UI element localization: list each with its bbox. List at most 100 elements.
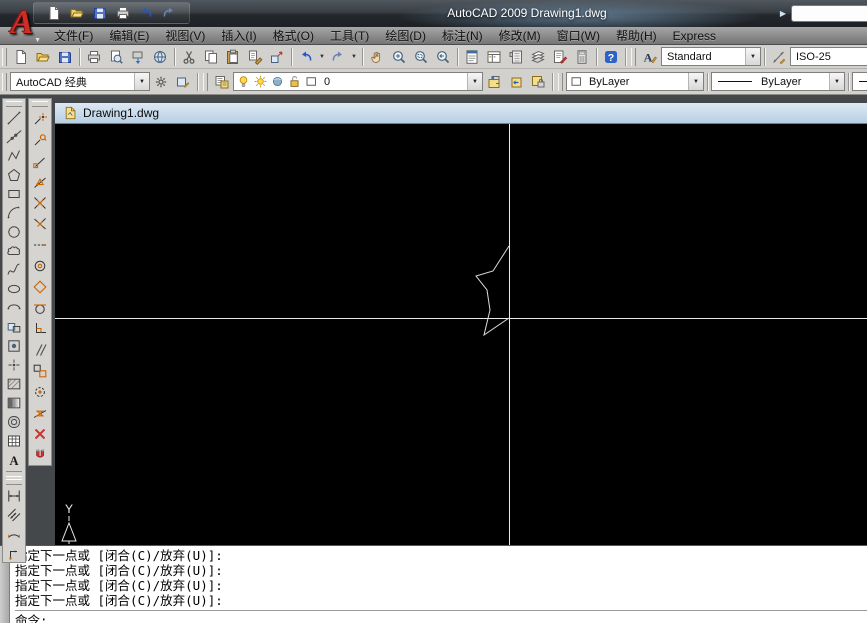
block-editor-button[interactable] — [266, 46, 288, 68]
rectangle-button[interactable] — [3, 184, 25, 203]
cut-button[interactable] — [178, 46, 200, 68]
text-style-button[interactable]: A — [639, 46, 661, 68]
infocenter-search-input[interactable] — [791, 5, 867, 22]
table-button[interactable] — [3, 431, 25, 450]
snap-node-button[interactable] — [29, 381, 51, 402]
gradient-button[interactable] — [3, 393, 25, 412]
temporary-track-point-button[interactable] — [29, 108, 51, 129]
document-tab-drawing1[interactable]: Drawing1.dwg — [83, 106, 159, 120]
snap-midpoint-button[interactable] — [29, 171, 51, 192]
undo-button[interactable] — [295, 46, 317, 68]
drawing-canvas[interactable]: Y — [55, 124, 867, 545]
toolbar-grip[interactable] — [2, 73, 7, 91]
menu-item-4[interactable]: 格式(O) — [265, 27, 322, 44]
snap-parallel-button[interactable] — [29, 339, 51, 360]
layer-freeze-icon[interactable] — [253, 74, 268, 89]
linetype-combo[interactable]: ByLayer ▼ — [711, 72, 845, 91]
menu-item-3[interactable]: 插入(I) — [213, 27, 264, 44]
zoom-previous-button[interactable] — [432, 46, 454, 68]
insert-block-button[interactable] — [3, 317, 25, 336]
layer-lock-icon[interactable] — [287, 74, 302, 89]
layer-combo[interactable]: 0 ▼ — [233, 72, 483, 91]
point-button[interactable] — [3, 355, 25, 374]
toolbar-grip[interactable] — [6, 479, 22, 485]
menu-item-0[interactable]: 文件(F) — [46, 27, 101, 44]
dim-style-combo[interactable]: ISO-25 ▼ — [790, 47, 867, 66]
layer-on-icon[interactable] — [236, 74, 251, 89]
new-button[interactable] — [43, 2, 65, 24]
open-button[interactable] — [66, 2, 88, 24]
plot-button[interactable] — [83, 46, 105, 68]
toolbar-grip[interactable] — [6, 101, 22, 107]
menu-item-1[interactable]: 编辑(E) — [101, 27, 157, 44]
ellipse-button[interactable] — [3, 279, 25, 298]
dim-arc-length-button[interactable] — [3, 524, 25, 543]
infocenter-arrow-icon[interactable]: ▶ — [780, 9, 786, 18]
paste-button[interactable] — [222, 46, 244, 68]
layer-properties-manager-button[interactable] — [211, 71, 233, 93]
toolbar-grip[interactable] — [2, 48, 7, 66]
snap-center-button[interactable] — [29, 255, 51, 276]
arc-button[interactable] — [3, 203, 25, 222]
workspace-settings-button[interactable] — [150, 71, 172, 93]
save-workspace-button[interactable] — [172, 71, 194, 93]
menu-item-6[interactable]: 绘图(D) — [377, 27, 434, 44]
layer-states-button[interactable] — [527, 71, 549, 93]
revision-cloud-button[interactable] — [3, 241, 25, 260]
menu-item-8[interactable]: 修改(M) — [491, 27, 549, 44]
dim-ordinate-button[interactable] — [3, 543, 25, 562]
sheet-set-manager-button[interactable] — [527, 46, 549, 68]
plot-preview-button[interactable] — [105, 46, 127, 68]
3d-dwf-button[interactable] — [149, 46, 171, 68]
zoom-window-button[interactable] — [410, 46, 432, 68]
pan-button[interactable] — [366, 46, 388, 68]
menu-item-5[interactable]: 工具(T) — [322, 27, 377, 44]
menu-item-9[interactable]: 窗口(W) — [549, 27, 608, 44]
designcenter-button[interactable] — [483, 46, 505, 68]
toolbar-grip[interactable] — [558, 73, 563, 91]
snap-quadrant-button[interactable] — [29, 276, 51, 297]
snap-apparent-intersection-button[interactable] — [29, 213, 51, 234]
save-button[interactable] — [54, 46, 76, 68]
redo-button[interactable] — [327, 46, 349, 68]
spline-button[interactable] — [3, 260, 25, 279]
menu-item-2[interactable]: 视图(V) — [157, 27, 213, 44]
save-button[interactable] — [89, 2, 111, 24]
color-combo[interactable]: ByLayer ▼ — [566, 72, 704, 91]
new-button[interactable] — [10, 46, 32, 68]
snap-from-button[interactable] — [29, 129, 51, 150]
menu-item-7[interactable]: 标注(N) — [434, 27, 491, 44]
toolbar-grip[interactable] — [631, 48, 636, 66]
zoom-realtime-button[interactable] — [388, 46, 410, 68]
polyline-button[interactable] — [3, 146, 25, 165]
tool-palettes-button[interactable] — [505, 46, 527, 68]
menu-item-10[interactable]: 帮助(H) — [608, 27, 665, 44]
match-properties-button[interactable] — [244, 46, 266, 68]
layer-previous-button[interactable] — [505, 71, 527, 93]
snap-intersection-button[interactable] — [29, 192, 51, 213]
open-button[interactable] — [32, 46, 54, 68]
snap-extension-button[interactable] — [29, 234, 51, 255]
quickcalc-button[interactable] — [571, 46, 593, 68]
menu-item-11[interactable]: Express — [665, 27, 724, 44]
snap-endpoint-button[interactable] — [29, 150, 51, 171]
region-button[interactable] — [3, 412, 25, 431]
snap-none-button[interactable] — [29, 423, 51, 444]
snap-nearest-button[interactable] — [29, 402, 51, 423]
command-history[interactable]: 指定下一点或 [闭合(C)/放弃(U)]: 指定下一点或 [闭合(C)/放弃(U… — [10, 546, 867, 623]
multiline-text-button[interactable]: A — [3, 450, 25, 469]
markup-set-manager-button[interactable] — [549, 46, 571, 68]
text-style-combo[interactable]: Standard ▼ — [661, 47, 761, 66]
help-button[interactable]: ? — [600, 46, 622, 68]
dim-linear-button[interactable] — [3, 486, 25, 505]
properties-button[interactable] — [461, 46, 483, 68]
toolbar-grip[interactable] — [32, 101, 48, 107]
redo-button[interactable] — [158, 2, 180, 24]
redo-dropdown-button[interactable]: ▼ — [349, 47, 359, 67]
make-object-layer-current-button[interactable] — [483, 71, 505, 93]
workspace-combo[interactable]: AutoCAD 经典 ▼ — [10, 72, 150, 91]
toolbar-grip[interactable] — [203, 73, 208, 91]
undo-dropdown-button[interactable]: ▼ — [317, 47, 327, 67]
hatch-button[interactable] — [3, 374, 25, 393]
autocad-logo[interactable]: A ▼ — [1, 0, 43, 46]
